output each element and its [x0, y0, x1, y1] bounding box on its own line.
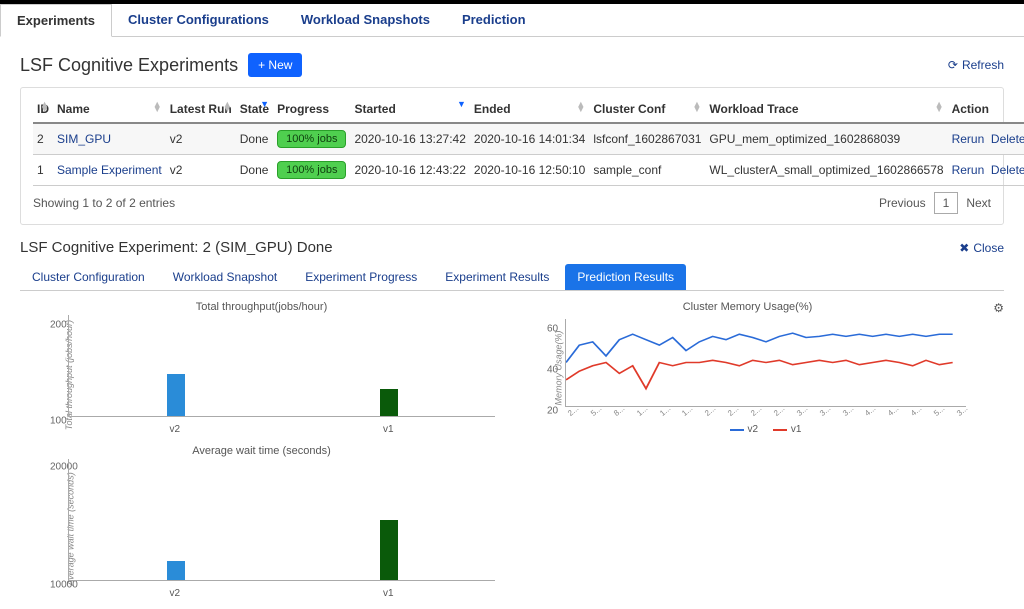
x-ticks: 2...5...8...1...1...1...2...2...2...2...… [566, 411, 966, 420]
bar-v1 [380, 389, 398, 416]
next-page[interactable]: Next [966, 196, 991, 210]
experiment-link[interactable]: Sample Experiment [57, 163, 162, 177]
col-progress[interactable]: Progress [273, 96, 350, 123]
close-icon: ✖ [959, 241, 969, 255]
delete-link[interactable]: Delete [991, 132, 1024, 146]
bar-v2 [167, 561, 185, 580]
refresh-label: Refresh [962, 58, 1004, 72]
progress-badge: 100% jobs [277, 130, 346, 148]
rerun-link[interactable]: Rerun [952, 163, 985, 177]
refresh-icon: ⟳ [948, 58, 958, 72]
col-workload-trace[interactable]: Workload Trace▲▼ [705, 96, 947, 123]
pager: Previous 1 Next [879, 192, 991, 214]
subtab-experiment-progress[interactable]: Experiment Progress [293, 264, 429, 290]
col-state[interactable]: State▼ [236, 96, 273, 123]
tab-prediction[interactable]: Prediction [446, 4, 542, 36]
experiment-link[interactable]: SIM_GPU [57, 132, 111, 146]
waittime-chart: Average wait time (seconds) Average wait… [20, 445, 503, 599]
tab-workload-snapshots[interactable]: Workload Snapshots [285, 4, 446, 36]
memory-chart: Cluster Memory Usage(%) Memory Usage(%) … [521, 301, 974, 599]
chart-legend: v2 v1 [565, 423, 966, 436]
subtab-experiment-results[interactable]: Experiment Results [433, 264, 561, 290]
experiments-table: ID▲▼ Name▲▼ Latest Run▲▼ State▼ Progress… [33, 96, 1024, 186]
gear-icon[interactable]: ⚙ [993, 301, 1004, 599]
subtab-prediction-results[interactable]: Prediction Results [565, 264, 686, 290]
experiments-table-card: ID▲▼ Name▲▼ Latest Run▲▼ State▼ Progress… [20, 87, 1004, 225]
refresh-button[interactable]: ⟳ Refresh [948, 58, 1004, 72]
detail-title: LSF Cognitive Experiment: 2 (SIM_GPU) Do… [20, 239, 333, 256]
tab-cluster-configurations[interactable]: Cluster Configurations [112, 4, 285, 36]
delete-link[interactable]: Delete [991, 163, 1024, 177]
bar-v1 [380, 520, 398, 581]
rerun-link[interactable]: Rerun [952, 132, 985, 146]
table-row[interactable]: 1 Sample Experiment v2 Done 100% jobs 20… [33, 155, 1024, 186]
new-button[interactable]: + New [248, 53, 302, 77]
page-title: LSF Cognitive Experiments [20, 55, 238, 76]
subtab-workload-snapshot[interactable]: Workload Snapshot [161, 264, 290, 290]
col-started[interactable]: Started▼ [350, 96, 469, 123]
subtab-cluster-configuration[interactable]: Cluster Configuration [20, 264, 157, 290]
detail-subtabs: Cluster Configuration Workload Snapshot … [20, 264, 1004, 291]
page-number[interactable]: 1 [934, 192, 959, 214]
progress-badge: 100% jobs [277, 161, 346, 179]
prev-page[interactable]: Previous [879, 196, 926, 210]
col-name[interactable]: Name▲▼ [53, 96, 166, 123]
col-cluster-conf[interactable]: Cluster Conf▲▼ [589, 96, 705, 123]
col-action: Action [948, 96, 1024, 123]
col-id[interactable]: ID▲▼ [33, 96, 53, 123]
throughput-chart: Total throughput(jobs/hour) Total throug… [20, 301, 503, 435]
table-info: Showing 1 to 2 of 2 entries [33, 196, 175, 210]
bar-v2 [167, 374, 185, 416]
col-latest-run[interactable]: Latest Run▲▼ [166, 96, 236, 123]
close-button[interactable]: ✖ Close [959, 241, 1004, 255]
tab-experiments[interactable]: Experiments [0, 4, 112, 37]
col-ended[interactable]: Ended▲▼ [470, 96, 589, 123]
main-tabs: Experiments Cluster Configurations Workl… [0, 4, 1024, 37]
table-row[interactable]: 2 SIM_GPU v2 Done 100% jobs 2020-10-16 1… [33, 123, 1024, 155]
